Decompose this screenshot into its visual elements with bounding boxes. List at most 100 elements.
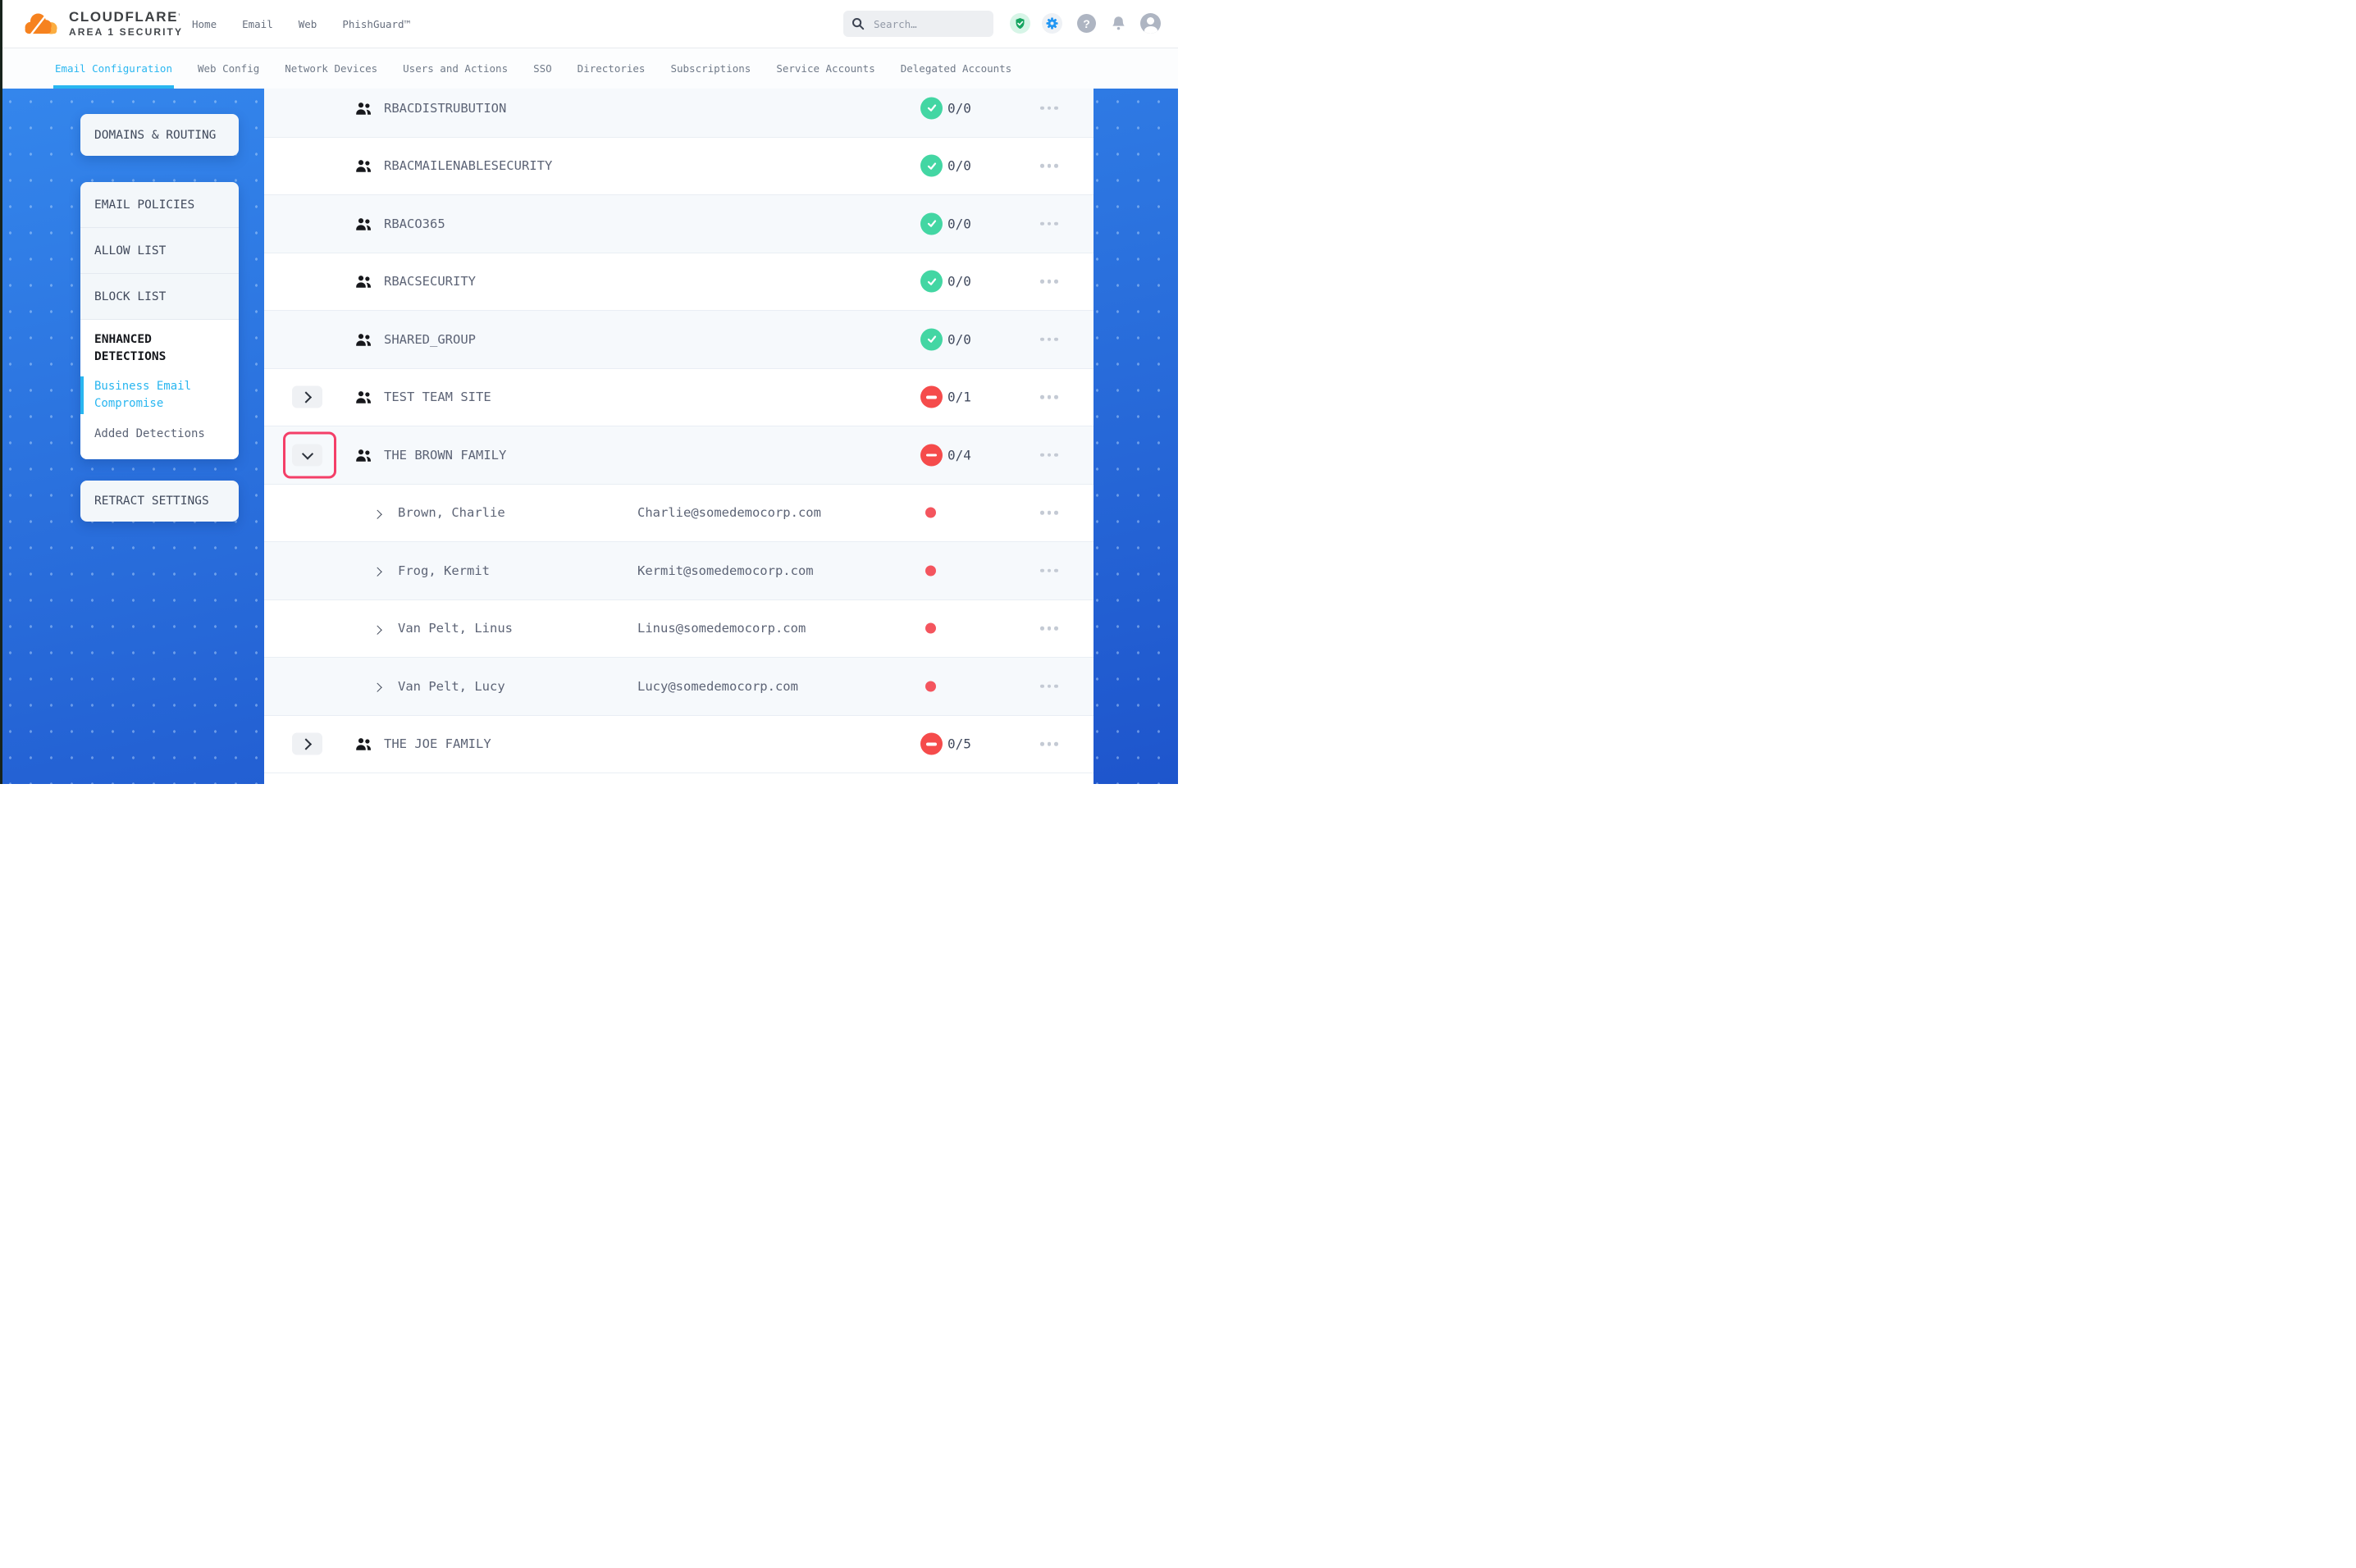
group-name: THE JOE FAMILY (384, 736, 491, 751)
table-row-group[interactable]: RBACSECURITY 0/0 (264, 253, 1094, 312)
group-name: RBACO365 (384, 217, 445, 231)
chevron-down-icon (301, 448, 313, 459)
notifications-bell-icon[interactable] (1108, 13, 1129, 34)
row-actions-button[interactable] (1040, 680, 1058, 694)
member-email: Charlie@somedemocorp.com (637, 505, 821, 520)
row-actions-button[interactable] (1040, 737, 1058, 751)
status-ok-badge (920, 155, 943, 177)
row-actions-button[interactable] (1040, 449, 1058, 463)
help-icon[interactable]: ? (1077, 14, 1096, 33)
member-count: 0/1 (947, 390, 971, 405)
tab-directories[interactable]: Directories (578, 48, 646, 89)
table-row-group[interactable]: SHARED_GROUP 0/0 (264, 311, 1094, 369)
sidebar-item-added-detections[interactable]: Added Detections (94, 422, 225, 446)
group-icon (355, 216, 372, 231)
member-name: Brown, Charlie (398, 505, 505, 520)
row-actions-button[interactable] (1040, 564, 1058, 578)
tab-service-accounts[interactable]: Service Accounts (776, 48, 874, 89)
member-count: 0/4 (947, 447, 971, 463)
sidebar-item-business-email-compromise[interactable]: Business Email Compromise (94, 375, 225, 416)
nav-item-phishguard[interactable]: PhishGuard™ (342, 18, 410, 30)
sidebar-item-retract-settings[interactable]: RETRACT SETTINGS (94, 495, 209, 508)
tab-delegated-accounts[interactable]: Delegated Accounts (901, 48, 1011, 89)
tab-subscriptions[interactable]: Subscriptions (670, 48, 751, 89)
row-actions-button[interactable] (1040, 622, 1058, 636)
member-count: 0/0 (947, 158, 971, 174)
nav-item-home[interactable]: Home (192, 18, 217, 30)
search-input[interactable] (872, 17, 985, 31)
member-name: Frog, Kermit (398, 563, 490, 578)
chevron-right-icon[interactable] (377, 505, 381, 521)
table-row-group[interactable]: THE JOE FAMILY 0/5 (264, 716, 1094, 774)
row-actions-button[interactable] (1040, 333, 1058, 347)
chevron-right-icon[interactable] (377, 678, 381, 694)
chevron-right-icon[interactable] (377, 621, 381, 636)
cloudflare-logo[interactable]: CLOUDFLARE’ AREA 1 SECURITY (21, 9, 183, 39)
nav-item-web[interactable]: Web (299, 18, 317, 30)
expand-toggle-button[interactable] (292, 733, 322, 755)
member-name: Van Pelt, Lucy (398, 679, 505, 694)
table-row-member[interactable]: Brown, Charlie Charlie@somedemocorp.com (264, 485, 1094, 543)
sidebar-item-domains-routing[interactable]: DOMAINS & ROUTING (94, 129, 216, 142)
table-row-member[interactable]: Frog, Kermit Kermit@somedemocorp.com (264, 542, 1094, 600)
tab-network-devices[interactable]: Network Devices (285, 48, 377, 89)
brand-subtitle: AREA 1 SECURITY (69, 26, 183, 39)
sidebar-item-allow-list[interactable]: ALLOW LIST (80, 228, 239, 274)
group-name: TEST TEAM SITE (384, 390, 491, 404)
sidebar-item-block-list[interactable]: BLOCK LIST (80, 274, 239, 320)
status-blocked-badge (920, 444, 943, 466)
table-row-member[interactable]: Van Pelt, Linus Linus@somedemocorp.com (264, 600, 1094, 659)
table-row-group[interactable]: TEST TEAM SITE 0/1 (264, 369, 1094, 427)
chevron-right-icon[interactable] (377, 563, 381, 578)
groups-list: RBACDISTRUBUTION 0/0 RBACMAILENABLESECUR… (264, 89, 1094, 773)
tab-email-configuration[interactable]: Email Configuration (55, 48, 172, 89)
row-actions-button[interactable] (1040, 275, 1058, 289)
group-icon (355, 100, 372, 116)
expand-toggle-button[interactable] (292, 386, 322, 408)
settings-gear-icon[interactable] (1042, 13, 1062, 34)
nav-item-email[interactable]: Email (242, 18, 273, 30)
group-icon (355, 390, 372, 405)
top-navigation: Home Email Web PhishGuard™ (192, 0, 410, 48)
sidebar-section-enhanced-detections: ENHANCED DETECTIONS Business Email Compr… (80, 320, 239, 459)
group-name: RBACDISTRUBUTION (384, 101, 506, 116)
row-actions-button[interactable] (1040, 159, 1058, 173)
window-edge (0, 0, 2, 784)
table-row-group[interactable]: THE BROWN FAMILY 0/4 (264, 426, 1094, 485)
status-blocked-badge (920, 733, 943, 755)
table-row-group[interactable]: RBACMAILENABLESECURITY 0/0 (264, 138, 1094, 196)
member-count: 0/0 (947, 331, 971, 347)
table-row-group[interactable]: RBACO365 0/0 (264, 195, 1094, 253)
status-alert-dot (925, 565, 936, 576)
sidebar-card-domains-routing[interactable]: DOMAINS & ROUTING (80, 114, 239, 156)
expand-toggle-button[interactable] (292, 444, 322, 466)
group-icon (355, 274, 372, 289)
status-ok-badge (920, 328, 943, 350)
cloudflare-cloud-icon (21, 9, 62, 39)
brand-name: CLOUDFLARE’ (69, 9, 183, 25)
app-window: CLOUDFLARE’ AREA 1 SECURITY Home Email W… (0, 0, 1178, 784)
sidebar-card-retract-settings[interactable]: RETRACT SETTINGS (80, 481, 239, 522)
status-ok-badge (920, 97, 943, 119)
status-ok-badge (920, 271, 943, 293)
table-row-member[interactable]: Van Pelt, Lucy Lucy@somedemocorp.com (264, 658, 1094, 716)
enhanced-detections-title: ENHANCED DETECTIONS (94, 331, 225, 366)
sidebar-item-email-policies[interactable]: EMAIL POLICIES (80, 182, 239, 228)
sidebar-card-policies: EMAIL POLICIES ALLOW LIST BLOCK LIST ENH… (80, 182, 239, 459)
account-icon[interactable] (1140, 13, 1161, 34)
row-actions-button[interactable] (1040, 390, 1058, 404)
row-actions-button[interactable] (1040, 506, 1058, 520)
group-icon (355, 447, 372, 463)
status-alert-dot (925, 623, 936, 634)
tab-sso[interactable]: SSO (533, 48, 552, 89)
table-row-group[interactable]: RBACDISTRUBUTION 0/0 (264, 89, 1094, 138)
tab-web-config[interactable]: Web Config (198, 48, 259, 89)
member-email: Lucy@somedemocorp.com (637, 679, 798, 694)
search-box[interactable] (843, 11, 993, 37)
group-name: RBACMAILENABLESECURITY (384, 158, 552, 173)
security-shield-icon[interactable] (1010, 13, 1030, 34)
row-actions-button[interactable] (1040, 102, 1058, 116)
tab-users-and-actions[interactable]: Users and Actions (403, 48, 508, 89)
row-actions-button[interactable] (1040, 217, 1058, 231)
group-icon (355, 331, 372, 347)
